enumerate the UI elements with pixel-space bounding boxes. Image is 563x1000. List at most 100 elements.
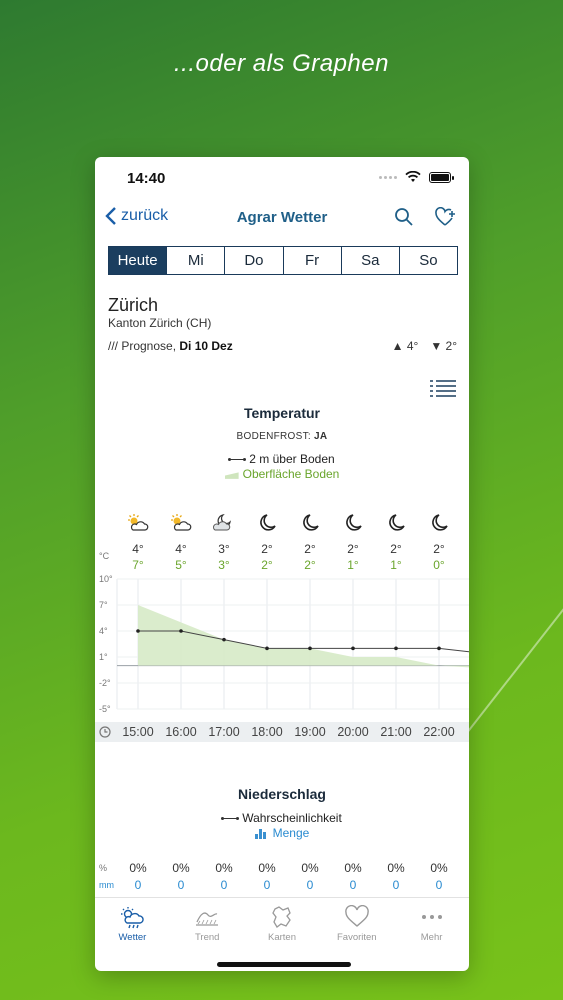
forecast-prefix: /// Prognose, xyxy=(108,339,180,353)
clock-icon xyxy=(99,726,111,738)
legend-amount-label: Menge xyxy=(272,826,310,840)
tab-wetter[interactable]: Wetter xyxy=(95,898,170,953)
air-temp-label: 2° xyxy=(390,542,402,556)
ground-temp-label: 3° xyxy=(218,558,230,572)
precip-amount: 0 xyxy=(392,878,400,892)
tab-mehr[interactable]: Mehr xyxy=(394,898,469,953)
day-tab-0[interactable]: Heute xyxy=(109,247,168,274)
percent-unit: % xyxy=(99,863,108,873)
precipitation-title: Niederschlag xyxy=(238,786,326,802)
y-tick-label: 10° xyxy=(99,574,113,584)
day-selector: Heute Mi Do Fr Sa So xyxy=(108,246,458,275)
weather-icon-cell xyxy=(376,513,416,536)
weather-icon-cell xyxy=(419,513,459,536)
air-temperature-point xyxy=(394,646,398,651)
ground-frost-label: BODENFROST: xyxy=(236,431,315,442)
legend-air: 2 m über Boden xyxy=(95,452,469,466)
air-temperature-point xyxy=(351,646,355,651)
legend-air-label: 2 m über Boden xyxy=(249,452,335,466)
precip-probability: 0% xyxy=(258,861,276,875)
tab-bar: Wetter Trend Karten Favoriten Mehr xyxy=(95,897,469,953)
day-tab-2[interactable]: Do xyxy=(225,247,284,274)
area-legend-icon xyxy=(224,472,239,479)
trend-icon xyxy=(196,912,219,926)
legend-ground-label: Oberfläche Boden xyxy=(242,467,340,481)
forecast-date: Di 10 Dez xyxy=(179,339,233,353)
precip-probability: 0% xyxy=(172,861,190,875)
precip-amount: 0 xyxy=(177,878,185,892)
mm-unit: mm xyxy=(99,880,114,890)
precip-probability: 0% xyxy=(301,861,319,875)
weather-icon-cell xyxy=(333,513,373,536)
y-tick-label: 4° xyxy=(99,626,108,636)
y-tick-label: -2° xyxy=(99,678,111,688)
air-temp-label: 3° xyxy=(218,542,230,556)
air-temperature-point xyxy=(179,629,183,633)
time-tick-label: 16:00 xyxy=(165,725,197,739)
min-max: ▲ 4° ▼ 2° xyxy=(392,339,457,353)
y-tick-label: 1° xyxy=(99,652,108,662)
weather-icon-cell xyxy=(247,513,287,536)
day-tab-3[interactable]: Fr xyxy=(284,247,342,274)
precip-amount: 0 xyxy=(134,878,142,892)
y-tick-label: -5° xyxy=(99,704,111,714)
day-tab-4[interactable]: Sa xyxy=(342,247,400,274)
ground-temperature-area xyxy=(138,605,469,668)
legend-probability: Wahrscheinlichkeit xyxy=(95,811,469,825)
search-icon[interactable] xyxy=(394,207,414,227)
precip-amount: 0 xyxy=(263,878,271,892)
moon-cloud-icon xyxy=(213,514,231,531)
phone-screen: 14:40 zurück Agrar Wetter Heute Mi Do Fr… xyxy=(95,157,469,971)
temperature-chart: 10° 7° 4° 1° -2° -5° xyxy=(99,574,469,714)
air-temperature-point xyxy=(308,646,312,651)
precip-amount: 0 xyxy=(220,878,228,892)
min-temp: ▼ 2° xyxy=(430,339,457,353)
line-legend-icon xyxy=(228,457,247,461)
day-tab-1[interactable]: Mi xyxy=(167,247,226,274)
moon-icon xyxy=(432,514,448,531)
home-indicator xyxy=(217,962,351,967)
tab-trend[interactable]: Trend xyxy=(170,898,245,953)
more-icon xyxy=(421,915,442,919)
weather-icon-cell xyxy=(290,513,330,536)
ground-temp-label: 1° xyxy=(347,558,359,572)
air-temperature-point xyxy=(136,629,140,633)
headline: ...oder als Graphen xyxy=(174,50,389,77)
air-temperature-point xyxy=(265,646,269,651)
precip-amount: 0 xyxy=(306,878,314,892)
status-bar: 14:40 xyxy=(95,157,469,197)
air-temp-label: 2° xyxy=(347,542,359,556)
heart-icon xyxy=(344,905,369,927)
temperature-title: Temperatur xyxy=(244,405,320,421)
time-tick-label: 18:00 xyxy=(251,725,283,739)
ground-temp-label: 2° xyxy=(261,558,273,572)
air-temp-label: 2° xyxy=(261,542,273,556)
tab-karten[interactable]: Karten xyxy=(245,898,320,953)
moon-icon xyxy=(303,514,319,531)
precip-probability: 0% xyxy=(344,861,362,875)
ground-temp-label: 2° xyxy=(304,558,316,572)
time-tick-label: 22:00 xyxy=(423,725,455,739)
air-temperature-point xyxy=(437,646,441,651)
precip-probability: 0% xyxy=(430,861,448,875)
tab-label-karten: Karten xyxy=(267,932,296,943)
legend-prob-label: Wahrscheinlichkeit xyxy=(242,811,342,825)
sun-cloud-icon xyxy=(128,514,149,531)
add-favorite-icon[interactable] xyxy=(435,207,457,227)
list-view-icon[interactable] xyxy=(429,379,457,399)
tab-favoriten[interactable]: Favoriten xyxy=(319,898,394,953)
ground-temp-label: 0° xyxy=(433,558,445,572)
day-tab-5[interactable]: So xyxy=(400,247,457,274)
sun-cloud-icon xyxy=(171,514,192,531)
max-temp: ▲ 4° xyxy=(391,339,419,353)
time-tick-label: 20:00 xyxy=(337,725,369,739)
wifi-icon xyxy=(405,171,421,182)
ground-frost: BODENFROST: JA xyxy=(95,431,469,442)
status-time: 14:40 xyxy=(127,170,166,187)
y-tick-label: 7° xyxy=(99,600,108,610)
tab-label-favoriten: Favoriten xyxy=(336,932,377,943)
air-temperature-point xyxy=(222,637,226,642)
legend-ground: Oberfläche Boden xyxy=(95,467,469,481)
location-region: Kanton Zürich (CH) xyxy=(108,316,212,330)
air-temp-label: 2° xyxy=(304,542,316,556)
